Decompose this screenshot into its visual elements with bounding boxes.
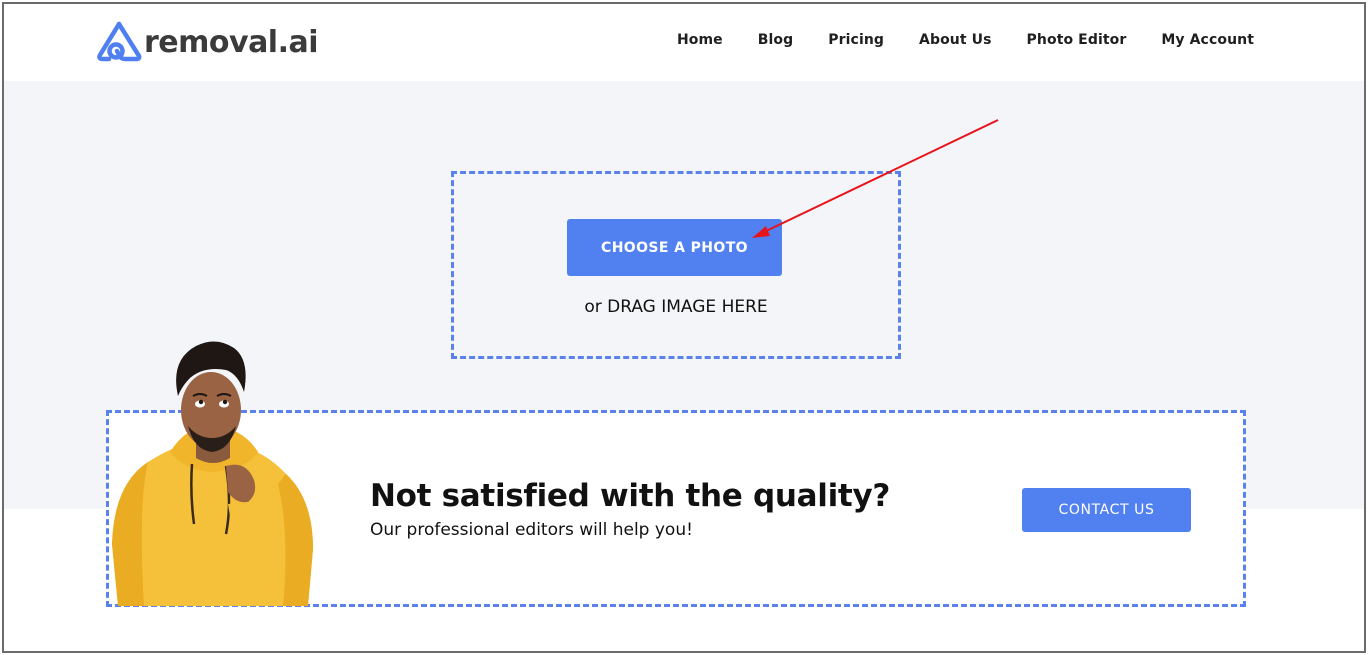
nav-pricing[interactable]: Pricing — [828, 32, 884, 48]
logo[interactable]: removal.ai — [95, 20, 319, 62]
thinking-man-illustration — [112, 341, 313, 606]
nav-home[interactable]: Home — [677, 32, 723, 48]
nav-blog[interactable]: Blog — [758, 32, 794, 48]
main-nav: Home Blog Pricing About Us Photo Editor … — [677, 32, 1254, 48]
logo-text: removal.ai — [144, 24, 319, 60]
choose-photo-button[interactable]: CHOOSE A PHOTO — [567, 219, 782, 276]
nav-photo-editor[interactable]: Photo Editor — [1027, 32, 1127, 48]
nav-my-account[interactable]: My Account — [1161, 32, 1254, 48]
banner-title: Not satisfied with the quality? — [370, 478, 891, 514]
site-header: removal.ai Home Blog Pricing About Us Ph… — [4, 4, 1364, 81]
drag-image-hint: or DRAG IMAGE HERE — [584, 297, 768, 317]
banner-subtitle: Our professional editors will help you! — [370, 520, 693, 540]
nav-about-us[interactable]: About Us — [919, 32, 992, 48]
contact-us-button[interactable]: CONTACT US — [1022, 488, 1191, 532]
browser-frame: removal.ai Home Blog Pricing About Us Ph… — [2, 2, 1366, 653]
removal-ai-logo-icon — [97, 21, 142, 62]
